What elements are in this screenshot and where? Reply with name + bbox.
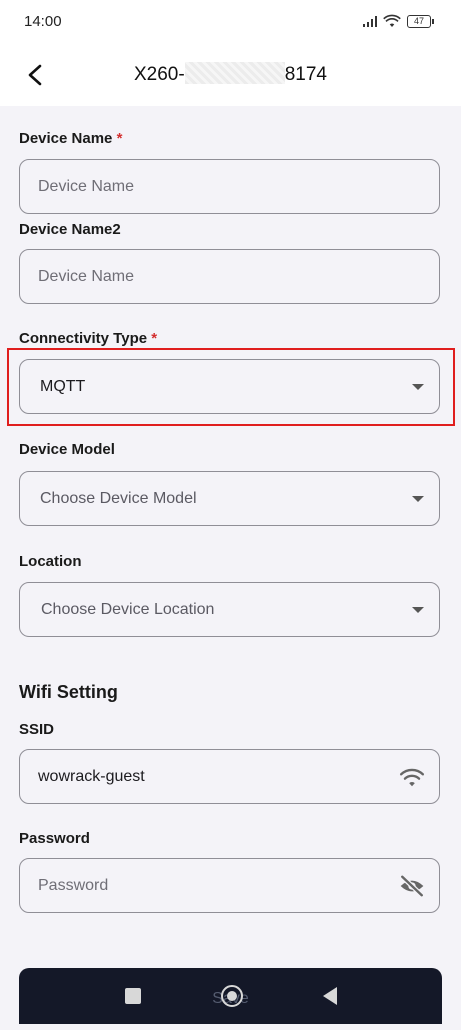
home-icon[interactable] [220, 985, 243, 1007]
location-select[interactable]: Choose Device Location [19, 582, 440, 637]
required-mark: * [151, 330, 158, 347]
status-bar: 14:00 47 [0, 0, 461, 44]
page-title: X260- 8174 [0, 62, 461, 86]
device-name-input[interactable] [38, 177, 378, 196]
device-name2-label: Device Name2 [19, 221, 121, 238]
system-nav-bar [0, 968, 461, 1024]
device-name2-input[interactable] [38, 267, 378, 286]
device-name-label: Device Name * [19, 130, 123, 147]
connectivity-type-select[interactable]: MQTT [19, 359, 440, 414]
redacted-area [184, 62, 285, 84]
chevron-down-icon [412, 496, 424, 502]
status-icons: 47 [363, 14, 434, 28]
battery-icon: 47 [407, 14, 434, 28]
wifi-icon[interactable] [399, 766, 425, 788]
title-suffix: 8174 [284, 64, 327, 85]
signal-icon [363, 15, 377, 27]
chevron-down-icon [412, 384, 424, 390]
device-model-select[interactable]: Choose Device Model [19, 471, 440, 526]
password-input[interactable] [38, 876, 378, 895]
recents-icon[interactable] [124, 988, 141, 1004]
title-prefix: X260- [134, 64, 185, 85]
location-label: Location [19, 553, 82, 570]
device-model-placeholder: Choose Device Model [40, 489, 197, 507]
required-mark: * [116, 130, 123, 147]
ssid-label: SSID [19, 721, 55, 738]
connectivity-type-label: Connectivity Type * [19, 330, 158, 347]
status-time: 14:00 [24, 13, 62, 30]
eye-off-icon[interactable] [399, 875, 425, 897]
app-bar: X260- 8174 [0, 44, 461, 106]
location-placeholder: Choose Device Location [41, 600, 215, 618]
device-name2-field[interactable] [19, 249, 440, 304]
wifi-setting-title: Wifi Setting [19, 682, 118, 702]
nav-back-icon[interactable] [322, 987, 337, 1005]
device-name-field[interactable] [19, 159, 440, 214]
ssid-input[interactable] [38, 767, 378, 786]
wifi-status-icon [383, 14, 401, 27]
ssid-field[interactable] [19, 749, 440, 804]
password-label: Password [19, 830, 90, 847]
chevron-down-icon [412, 607, 424, 613]
connectivity-type-value: MQTT [40, 377, 86, 395]
device-model-label: Device Model [19, 441, 115, 458]
password-field[interactable] [19, 858, 440, 913]
